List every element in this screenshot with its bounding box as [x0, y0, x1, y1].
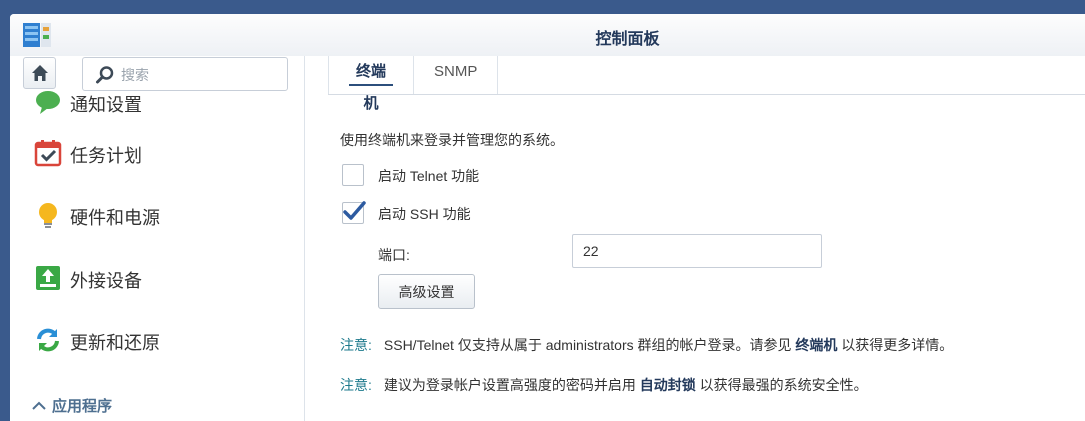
sidebar-item-external-devices[interactable]: 外接设备: [10, 256, 304, 300]
sidebar-section-applications[interactable]: 应用程序: [32, 395, 112, 416]
sidebar: 通知设置 任务计划: [10, 56, 305, 421]
telnet-checkbox[interactable]: [342, 164, 364, 186]
chat-bubble-icon: [36, 91, 60, 114]
calendar-check-icon: [34, 140, 62, 167]
port-label: 端口:: [378, 247, 410, 263]
tab-snmp[interactable]: SNMP: [414, 56, 498, 94]
ssh-label: 启动 SSH 功能: [378, 206, 471, 222]
note-text: SSH/Telnet 仅支持从属于 administrators 群组的帐户登录…: [383, 337, 796, 353]
sidebar-item-label: 外接设备: [70, 271, 142, 291]
lightbulb-icon: [39, 203, 57, 228]
main-content: 终端机 SNMP 使用终端机来登录并管理您的系统。 启动 Telnet 功能 启…: [305, 56, 1085, 421]
sidebar-item-task-scheduler[interactable]: 任务计划: [10, 131, 304, 175]
search-input[interactable]: [119, 64, 283, 86]
tab-terminal[interactable]: 终端机: [328, 56, 414, 112]
home-icon: [32, 65, 48, 81]
sidebar-item-label: 硬件和电源: [70, 208, 160, 228]
note-security: 注意: 建议为登录帐户设置高强度的密码并启用 自动封锁 以获得最强的系统安全性。: [340, 375, 868, 395]
note-tag: 注意:: [340, 337, 372, 353]
sidebar-item-label: 任务计划: [70, 146, 142, 166]
note-text-end: 以获得最强的系统安全性。: [695, 377, 868, 393]
note-text-end: 以获得更多详情。: [837, 337, 954, 353]
search-box[interactable]: [82, 57, 288, 91]
window-title: 控制面板: [595, 31, 660, 48]
checkmark-icon: [343, 201, 366, 220]
refresh-icon: [37, 328, 59, 352]
title-bar: 控制面板: [10, 14, 1085, 56]
ssh-checkbox[interactable]: [342, 201, 366, 224]
home-button[interactable]: [23, 57, 56, 89]
sidebar-item-hardware-power[interactable]: 硬件和电源: [10, 193, 304, 237]
advanced-settings-button[interactable]: 高级设置: [378, 274, 475, 309]
telnet-label: 启动 Telnet 功能: [378, 168, 480, 184]
terminal-description: 使用终端机来登录并管理您的系统。: [340, 132, 564, 148]
tab-bar: 终端机 SNMP: [328, 56, 1085, 112]
sidebar-item-update-restore[interactable]: 更新和还原: [10, 318, 304, 362]
control-panel-window: 控制面板 通知设置 搜索 任务计划 硬件和电源 外接设备 更新和还原 应用程序 …: [10, 14, 1085, 421]
search-icon: [96, 66, 114, 84]
note-text: 建议为登录帐户设置高强度的密码并启用: [383, 377, 640, 393]
sidebar-item-label: 更新和还原: [70, 333, 160, 353]
chevron-up-icon: [32, 398, 52, 415]
terminal-help-link[interactable]: 终端机: [795, 337, 837, 353]
auto-block-link[interactable]: 自动封锁: [640, 377, 696, 393]
sidebar-item-label: 通知设置: [70, 95, 142, 115]
external-device-icon: [36, 266, 60, 290]
port-input[interactable]: [572, 234, 822, 268]
section-label: 应用程序: [52, 398, 113, 415]
note-ssh-admin: 注意: SSH/Telnet 仅支持从属于 administrators 群组的帐…: [340, 335, 953, 355]
note-tag: 注意:: [340, 377, 372, 393]
